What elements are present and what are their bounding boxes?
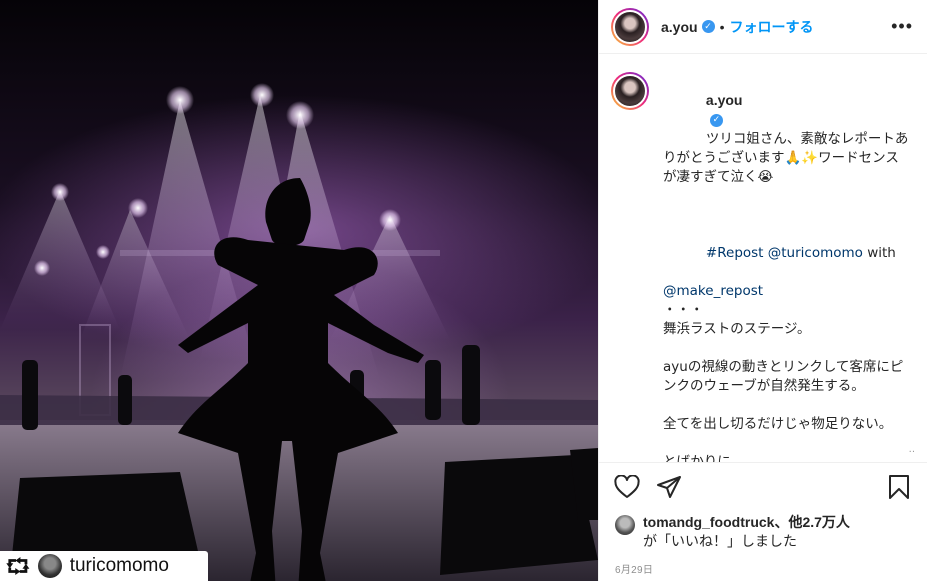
heart-icon xyxy=(614,474,640,498)
like-button[interactable] xyxy=(611,471,643,503)
likes-summary: tomandg_foodtruck、他2.7万人 が「いいね！」しました xyxy=(615,513,915,551)
caption-main-text: ツリコ姐さん、素敵なレポートありがとうございます🙏✨ワードセンスが凄すぎて泣く😭 xyxy=(663,131,909,185)
caption-comment: a.you ✓ ツリコ姐さん、素敵なレポートありがとうございます🙏✨ワードセンス… xyxy=(611,72,911,462)
post-date[interactable]: 6月29日 xyxy=(615,561,653,576)
action-bar xyxy=(599,462,927,510)
make-repost-link[interactable]: @make_repost xyxy=(663,283,763,299)
avatar[interactable] xyxy=(611,7,649,46)
comments-area[interactable]: a.you ✓ ツリコ姐さん、素敵なレポートありがとうございます🙏✨ワードセンス… xyxy=(599,54,927,462)
separator: • xyxy=(719,18,725,35)
repost-avatar xyxy=(37,554,62,578)
caption-dots: ・・・ xyxy=(663,302,704,318)
repost-username[interactable]: turicomomo xyxy=(70,555,169,577)
likes-count[interactable]: 、他2.7万人 xyxy=(774,514,849,530)
post-photo[interactable]: ⮔ turicomomo xyxy=(0,0,598,581)
liker-username[interactable]: tomandg_foodtruck xyxy=(643,514,774,530)
verified-icon: ✓ xyxy=(701,20,715,33)
repost-credit[interactable]: ⮔ turicomomo xyxy=(0,551,208,581)
caption-username[interactable]: a.you xyxy=(706,92,743,108)
caption-avatar[interactable] xyxy=(611,72,649,110)
bookmark-icon xyxy=(889,474,909,499)
send-icon xyxy=(657,475,681,498)
share-button[interactable] xyxy=(653,471,685,503)
caption-body: a.you ✓ ツリコ姐さん、素敵なレポートありがとうございます🙏✨ワードセンス… xyxy=(663,72,911,462)
stage-illustration xyxy=(0,83,598,581)
scroll-indicator: ·· xyxy=(908,447,915,458)
more-options-icon[interactable]: ••• xyxy=(891,16,913,37)
author-username[interactable]: a.you xyxy=(661,19,698,35)
liker-avatar[interactable] xyxy=(615,515,635,535)
post-sidebar: a.you ✓ • フォローする ••• a.you ✓ ツリコ姐さん、素敵なレ… xyxy=(598,0,927,581)
follow-button[interactable]: フォローする xyxy=(729,17,813,37)
repost-hashtag-link[interactable]: #Repost @turicomomo xyxy=(706,245,863,261)
likes-suffix: が「いいね！」しました xyxy=(643,533,797,549)
repost-icon: ⮔ xyxy=(6,554,30,578)
verified-icon: ✓ xyxy=(709,113,723,127)
post-header: a.you ✓ • フォローする ••• xyxy=(599,0,927,54)
caption-body-text: 舞浜ラストのステージ。 ayuの視線の動きとリンクして客席にピンクのウェーブが自… xyxy=(663,321,904,462)
save-button[interactable] xyxy=(883,471,915,503)
with-text: with xyxy=(862,245,896,261)
